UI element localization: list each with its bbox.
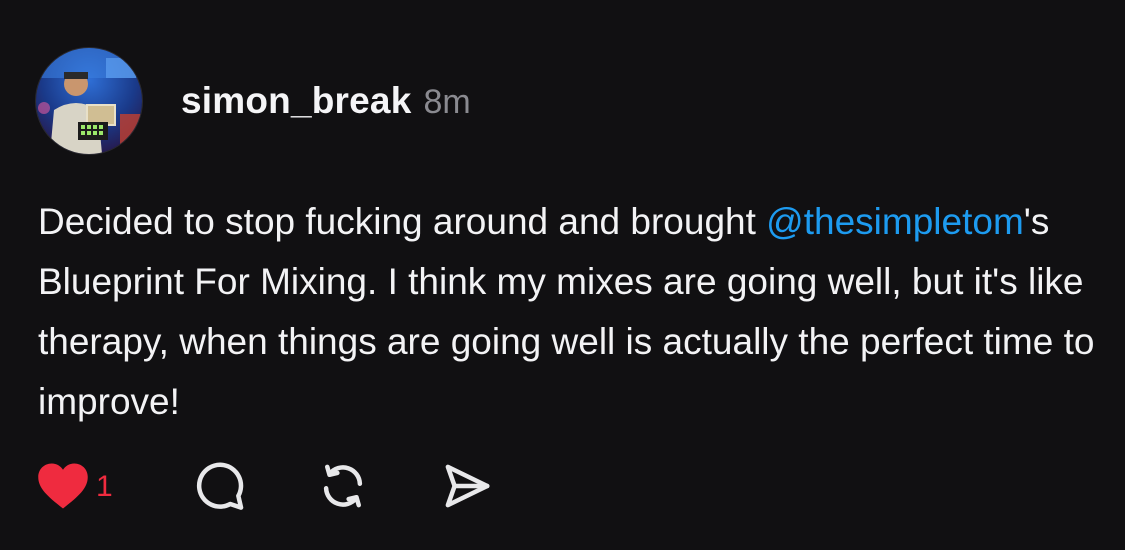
username[interactable]: simon_break [181,80,411,122]
timestamp: 8m [423,83,471,121]
like-button[interactable]: 1 [36,458,113,514]
post-text: Decided to stop fucking around and broug… [38,192,1098,432]
post-header: simon_break 8m [181,80,471,122]
reply-button[interactable] [192,458,246,514]
action-bar: 1 [36,458,636,514]
send-icon [445,464,490,508]
heart-icon [38,463,88,509]
comment-icon [196,462,244,510]
like-count: 1 [96,470,113,503]
repost-button[interactable] [316,458,370,514]
repost-icon [323,464,363,508]
avatar[interactable] [36,48,142,154]
share-button[interactable] [440,458,494,514]
post: simon_break 8m Decided to stop fucking a… [0,0,1125,550]
profile-photo-icon [36,48,142,154]
mention-link[interactable]: @thesimpletom [766,201,1024,242]
post-text-part1: Decided to stop fucking around and broug… [38,201,767,242]
